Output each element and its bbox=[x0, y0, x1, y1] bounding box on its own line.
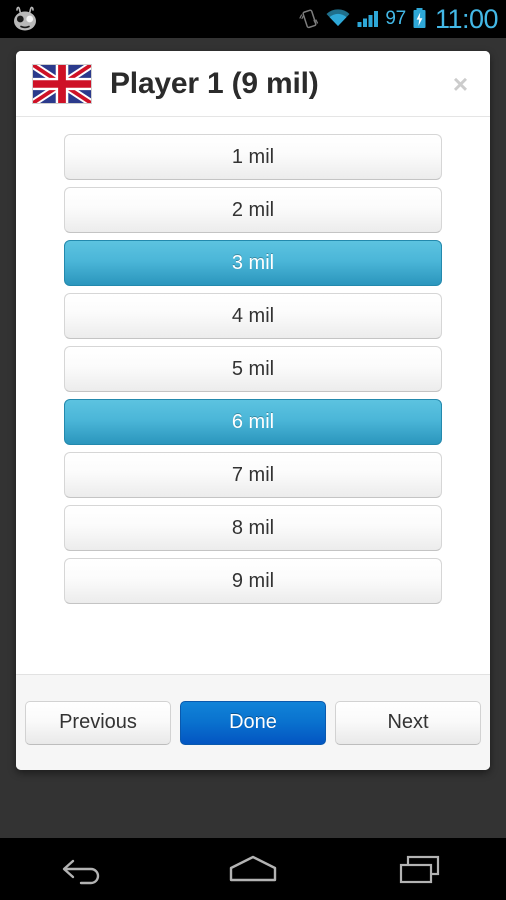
android-navigation-bar bbox=[0, 838, 506, 900]
option-button[interactable]: 9 mil bbox=[64, 558, 442, 604]
option-button[interactable]: 8 mil bbox=[64, 505, 442, 551]
battery-level-text: 97 bbox=[385, 8, 406, 29]
recent-apps-icon bbox=[399, 855, 439, 884]
device-screen: 97 11:00 Player 1 (9 mil) × 1 mil 2 mil … bbox=[0, 0, 506, 900]
option-button[interactable]: 1 mil bbox=[64, 134, 442, 180]
wifi-icon bbox=[326, 9, 350, 26]
status-icons-group: 97 11:00 bbox=[299, 3, 499, 34]
vibrate-icon bbox=[299, 9, 319, 29]
done-button[interactable]: Done bbox=[180, 700, 326, 745]
player-selection-dialog: Player 1 (9 mil) × 1 mil 2 mil 3 mil 4 mil 5… bbox=[16, 51, 490, 770]
union-jack-flag-icon bbox=[32, 63, 92, 104]
close-icon[interactable]: × bbox=[447, 69, 474, 99]
back-arrow-icon bbox=[63, 859, 100, 885]
option-button[interactable]: 2 mil bbox=[64, 187, 442, 233]
option-button[interactable]: 7 mil bbox=[64, 452, 442, 498]
cellular-signal-icon bbox=[357, 11, 379, 27]
option-button[interactable]: 5 mil bbox=[64, 346, 442, 392]
battery-charging-icon bbox=[413, 8, 426, 28]
previous-button[interactable]: Previous bbox=[25, 700, 171, 745]
home-icon bbox=[229, 855, 277, 882]
option-button[interactable]: 6 mil bbox=[64, 399, 442, 445]
status-clock: 11:00 bbox=[434, 3, 499, 34]
dialog-footer: Previous Done Next bbox=[16, 674, 490, 770]
next-button[interactable]: Next bbox=[335, 700, 481, 745]
dialog-header: Player 1 (9 mil) × bbox=[16, 51, 490, 117]
options-list: 1 mil 2 mil 3 mil 4 mil 5 mil 6 mil 7 mil 8 mil… bbox=[16, 117, 490, 674]
status-bar: 97 11:00 bbox=[0, 0, 506, 38]
option-button[interactable]: 3 mil bbox=[64, 240, 442, 286]
recents-button[interactable] bbox=[337, 838, 506, 900]
cyanogenmod-logo bbox=[14, 6, 36, 31]
option-button[interactable]: 4 mil bbox=[64, 293, 442, 339]
back-button[interactable] bbox=[0, 838, 169, 900]
dialog-title: Player 1 (9 mil) bbox=[110, 66, 319, 100]
home-button[interactable] bbox=[169, 838, 338, 900]
